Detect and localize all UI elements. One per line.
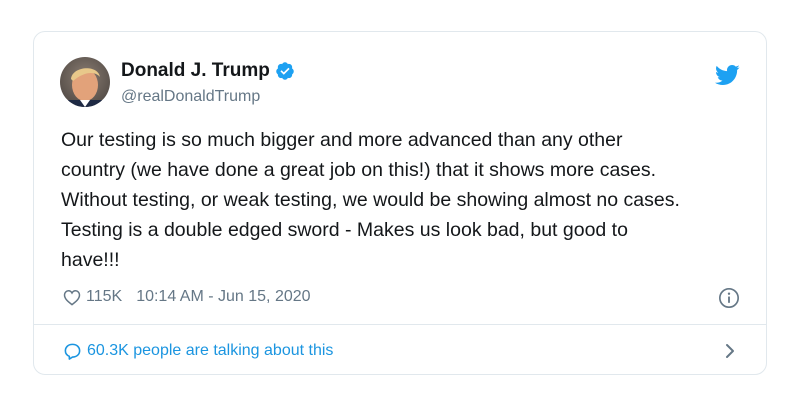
like-count[interactable]: 115K [86, 287, 122, 307]
tweet-text-line: country (we have done a great job on thi… [61, 159, 657, 181]
author-name-row[interactable]: Donald J. Trump [121, 60, 295, 82]
chevron-right-icon[interactable] [724, 343, 736, 359]
comment-icon [64, 343, 81, 360]
avatar[interactable] [60, 57, 110, 107]
tweet-meta-row: 115K 10:14 AM - Jun 15, 2020 [63, 287, 311, 307]
tweet-text: Our testing is so much bigger and more a… [61, 125, 751, 275]
tweet-card[interactable]: Donald J. Trump @realDonaldTrump Our tes… [33, 31, 767, 375]
heart-icon[interactable] [63, 289, 81, 306]
tweet-text-line: Our testing is so much bigger and more a… [61, 129, 623, 151]
tweet-text-line: Without testing, or weak testing, we wou… [61, 189, 680, 211]
conversation-text[interactable]: 60.3K people are talking about this [87, 341, 333, 361]
info-icon[interactable] [718, 287, 740, 309]
twitter-bird-icon[interactable] [714, 64, 740, 86]
display-name[interactable]: Donald J. Trump [121, 60, 270, 82]
divider [34, 324, 766, 325]
tweet-text-line: have!!! [61, 249, 120, 271]
handle[interactable]: @realDonaldTrump [121, 87, 260, 107]
verified-badge-icon [276, 62, 294, 80]
conversation-link[interactable]: 60.3K people are talking about this [63, 341, 333, 361]
tweet-text-line: Testing is a double edged sword - Makes … [61, 219, 628, 241]
timestamp[interactable]: 10:14 AM - Jun 15, 2020 [136, 287, 310, 307]
